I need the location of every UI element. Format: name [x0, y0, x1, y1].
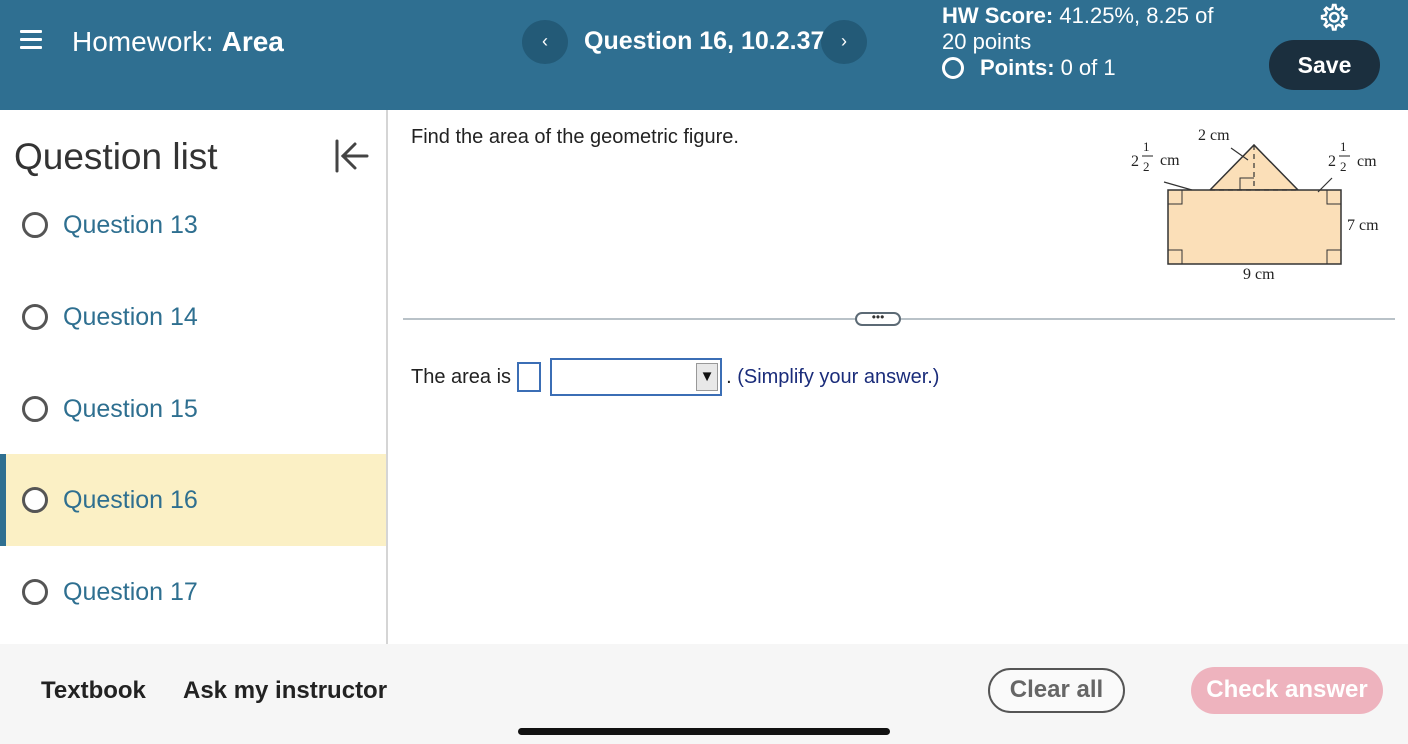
ask-instructor-link[interactable]: Ask my instructor — [183, 677, 387, 705]
radio-circle-icon — [22, 396, 48, 422]
question-list-item-15[interactable]: Question 15 — [0, 363, 386, 455]
hamburger-menu-icon[interactable] — [20, 30, 42, 50]
side-label: 7 cm — [1347, 217, 1379, 234]
collapse-panel-icon[interactable] — [334, 138, 370, 174]
hw-score: HW Score: 41.25%, 8.25 of 20 points — [942, 3, 1242, 55]
divider-drag-handle[interactable]: ••• — [855, 311, 901, 326]
dropdown-arrow-icon: ▼ — [696, 363, 719, 391]
question-list-item-17[interactable]: Question 17 — [0, 546, 386, 638]
homework-title: Homework: Area — [72, 26, 284, 58]
question-list-item-label: Question 16 — [63, 486, 198, 514]
points-circle-icon — [942, 57, 964, 79]
next-question-button[interactable]: › — [821, 20, 867, 64]
top-bar: Homework: Area ‹ Question 16, 10.2.37 › H… — [0, 0, 1408, 110]
left-label-unit: cm — [1160, 152, 1180, 169]
right-label-denominator: 2 — [1340, 159, 1347, 174]
radio-circle-icon — [22, 487, 48, 513]
left-label-denominator: 2 — [1143, 159, 1150, 174]
save-button[interactable]: Save — [1269, 40, 1380, 90]
question-list-item-14[interactable]: Question 14 — [0, 271, 386, 363]
question-list-item-13[interactable]: Question 13 — [0, 179, 386, 271]
area-answer-input[interactable] — [517, 362, 542, 392]
question-list-panel: Question list Question 13 Question 14 Qu… — [0, 110, 388, 644]
chevron-left-icon: ‹ — [542, 31, 548, 51]
figure-rectangle — [1167, 189, 1342, 265]
points-value: 0 of 1 — [1060, 55, 1116, 80]
left-label-numerator: 1 — [1143, 139, 1150, 154]
bottom-toolbar: Textbook Ask my instructor Clear all Che… — [0, 644, 1408, 744]
question-content: Find the area of the geometric figure. 2… — [390, 110, 1408, 644]
question-list-item-label: Question 15 — [63, 395, 198, 423]
left-label-whole: 2 — [1131, 153, 1139, 170]
question-list-item-label: Question 14 — [63, 303, 198, 331]
previous-question-button[interactable]: ‹ — [522, 20, 568, 64]
radio-circle-icon — [22, 304, 48, 330]
right-label-numerator: 1 — [1340, 139, 1347, 154]
right-label-unit: cm — [1357, 153, 1377, 170]
radio-circle-icon — [22, 579, 48, 605]
top-label: 2 cm — [1198, 127, 1230, 144]
bottom-label: 9 cm — [1243, 266, 1275, 283]
clear-all-button[interactable]: Clear all — [988, 668, 1125, 713]
question-list-item-label: Question 13 — [63, 211, 198, 239]
gear-icon[interactable] — [1318, 2, 1348, 32]
question-list-item-label: Question 17 — [63, 578, 198, 606]
question-list-item-16[interactable]: Question 16 — [0, 454, 386, 546]
textbook-link[interactable]: Textbook — [41, 677, 146, 705]
question-list-title: Question list — [14, 136, 218, 177]
check-answer-button[interactable]: Check answer — [1191, 667, 1383, 714]
home-indicator — [518, 728, 890, 735]
points-label: Points: — [980, 55, 1055, 80]
chevron-right-icon: › — [841, 31, 847, 51]
question-prompt: Find the area of the geometric figure. — [411, 126, 739, 148]
geometric-figure: 2 1 2 cm 2 cm 2 1 2 cm 7 cm 9 cm — [1131, 127, 1379, 283]
radio-circle-icon — [22, 212, 48, 238]
homework-topic: Area — [221, 26, 284, 57]
right-label-whole: 2 — [1328, 153, 1336, 170]
answer-prefix: The area is — [411, 365, 512, 388]
homework-title-prefix: Homework: — [72, 26, 214, 57]
answer-row: The area is ▼ . (Simplify your answer.) — [411, 358, 939, 396]
unit-dropdown[interactable]: ▼ — [550, 358, 723, 396]
hw-score-label: HW Score: — [942, 3, 1054, 28]
answer-hint: . (Simplify your answer.) — [726, 365, 940, 388]
question-title: Question 16, 10.2.37 — [584, 27, 825, 55]
points-status: Points: 0 of 1 — [942, 55, 1116, 81]
